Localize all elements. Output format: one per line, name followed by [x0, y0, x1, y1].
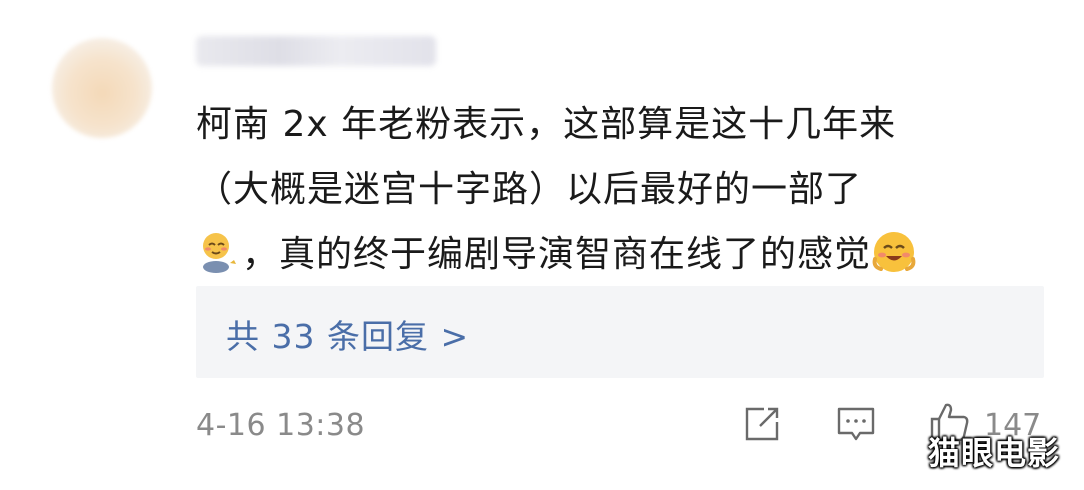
comment-line-1: 柯南 2x 年老粉表示，这部算是这十几年来 — [196, 104, 897, 145]
username-blurred[interactable] — [196, 36, 436, 66]
view-replies-link[interactable]: 共 33 条回复 > — [226, 310, 469, 358]
replies-panel[interactable]: 共 33 条回复 > — [196, 286, 1044, 378]
comment-body: 柯南 2x 年老粉表示，这部算是这十几年来 （大概是迷宫十字路）以后最好的一部了… — [196, 92, 1056, 287]
shy-face-emoji-icon — [203, 233, 236, 273]
avatar[interactable] — [52, 38, 152, 138]
blushing-smile-emoji-icon — [872, 232, 916, 272]
watermark-text: 猫眼电影 — [928, 434, 1061, 472]
comment-timestamp: 4-16 13:38 — [196, 408, 366, 443]
comment-line-3-wrap: ，真的终于编剧导演智商在线了的感觉 — [196, 222, 1056, 287]
comment-line-2: （大概是迷宫十字路）以后最好的一部了 — [196, 169, 863, 210]
share-icon[interactable] — [742, 404, 782, 444]
comment-line-3: ，真的终于编剧导演智商在线了的感觉 — [242, 234, 872, 275]
comment-icon[interactable] — [836, 404, 876, 444]
